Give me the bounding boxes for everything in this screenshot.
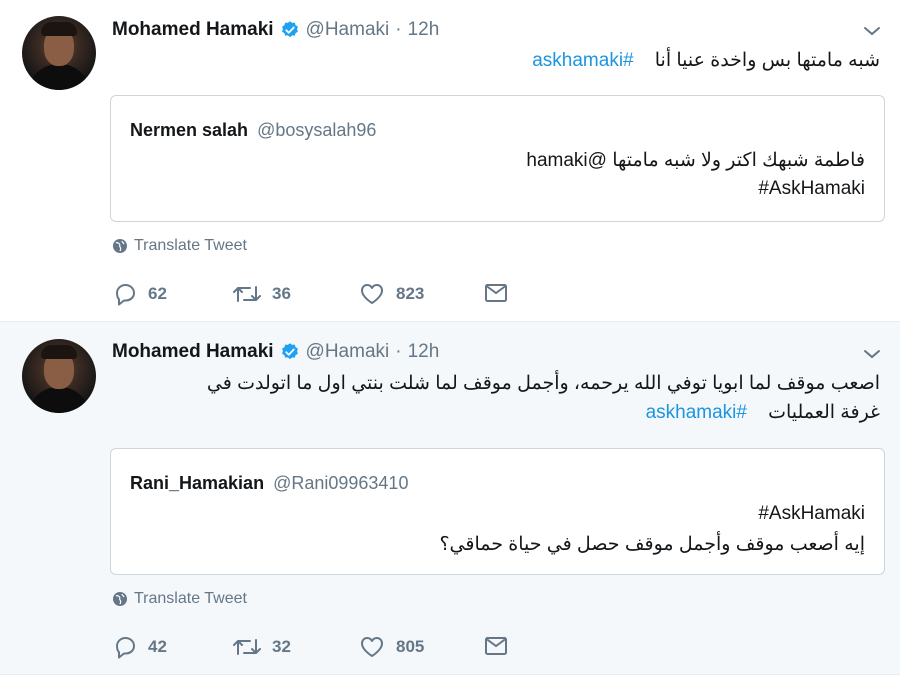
reply-count: 62 [148,284,167,303]
direct-message-icon [485,284,507,302]
retweet-button[interactable]: 36 [232,282,291,306]
chevron-down-icon[interactable] [862,24,882,38]
like-button[interactable]: 823 [358,282,424,306]
tweet[interactable]: Mohamed Hamaki @Hamaki · 12h شبه مامتها … [0,0,900,322]
separator-dot: · [395,341,402,362]
author-name[interactable]: Mohamed Hamaki [112,19,274,41]
quoted-tweet-hashtag: #AskHamaki [758,503,865,524]
globe-icon [113,592,127,606]
reply-count: 42 [148,637,167,656]
quoted-author-name: Nermen salah [130,120,249,140]
retweet-button[interactable]: 32 [232,635,291,659]
tweet-text-line: شبه مامتها بس واخدة عنيا أنا [654,50,880,71]
translate-tweet-link[interactable]: Translate Tweet [112,590,247,608]
tweet-text: غرفة العمليات #askhamaki [646,399,880,426]
quoted-tweet[interactable]: Nermen salah @bosysalah96 فاطمة شبهك اكت… [110,95,885,222]
tweet[interactable]: Mohamed Hamaki @Hamaki · 12h اصعب موقف ل… [0,322,900,675]
tweet-text-line: غرفة العمليات [768,402,880,423]
verified-badge-icon [281,21,298,38]
quoted-tweet-hashtag: #AskHamaki [758,178,865,199]
like-button[interactable]: 805 [358,635,424,659]
direct-message-button[interactable] [484,635,518,657]
globe-icon [113,239,127,253]
direct-message-button[interactable] [484,282,518,304]
avatar-hair [41,345,77,359]
quoted-tweet-header: Nermen salah @bosysalah96 [130,120,376,141]
tweet-text-line: اصعب موقف لما ابويا توفي الله يرحمه، وأج… [206,373,880,394]
hashtag-link[interactable]: #askhamaki [532,50,633,71]
timestamp[interactable]: 12h [408,19,440,41]
tweet-actions: 42 32 805 [112,635,532,661]
separator-dot: · [395,19,402,40]
reply-button[interactable]: 62 [112,282,167,306]
quoted-author-handle: @Rani09963410 [273,473,409,493]
translate-tweet-link[interactable]: Translate Tweet [112,237,247,255]
quoted-tweet[interactable]: Rani_Hamakian @Rani09963410 #AskHamaki إ… [110,448,885,575]
tweet-header: Mohamed Hamaki @Hamaki · 12h [112,18,439,42]
quoted-tweet-text: إيه أصعب موقف وأجمل موقف حصل في حياة حما… [439,534,865,555]
author-handle[interactable]: @Hamaki [306,19,390,41]
avatar-shoulders [28,64,90,90]
reply-icon [116,637,135,659]
timestamp[interactable]: 12h [408,341,440,363]
hashtag-link[interactable]: #askhamaki [646,402,747,423]
tweet-actions: 62 36 823 [112,282,532,308]
quoted-tweet-header: Rani_Hamakian @Rani09963410 [130,473,408,494]
reply-icon [116,284,135,306]
verified-badge-icon [281,343,298,360]
retweet-count: 32 [272,637,291,656]
avatar-hair [41,22,77,36]
like-count: 805 [396,637,425,656]
avatar[interactable] [22,339,96,413]
like-count: 823 [396,284,425,303]
avatar[interactable] [22,16,96,90]
retweet-icon [233,639,261,655]
quoted-author-handle: @bosysalah96 [257,120,377,140]
author-handle[interactable]: @Hamaki [306,341,390,363]
tweet-header: Mohamed Hamaki @Hamaki · 12h [112,340,439,364]
reply-button[interactable]: 42 [112,635,167,659]
like-icon [361,284,383,304]
like-icon [361,637,383,657]
quoted-tweet-text: فاطمة شبهك اكتر ولا شبه مامتها @hamaki [526,150,865,171]
author-name[interactable]: Mohamed Hamaki [112,341,274,363]
direct-message-icon [485,637,507,655]
retweet-icon [233,286,261,302]
translate-label: Translate Tweet [134,237,247,254]
chevron-down-icon[interactable] [862,347,882,361]
retweet-count: 36 [272,284,291,303]
avatar-shoulders [28,387,90,413]
translate-label: Translate Tweet [134,590,247,607]
quoted-author-name: Rani_Hamakian [130,473,265,493]
tweet-text: شبه مامتها بس واخدة عنيا أنا #askhamaki [532,47,880,74]
